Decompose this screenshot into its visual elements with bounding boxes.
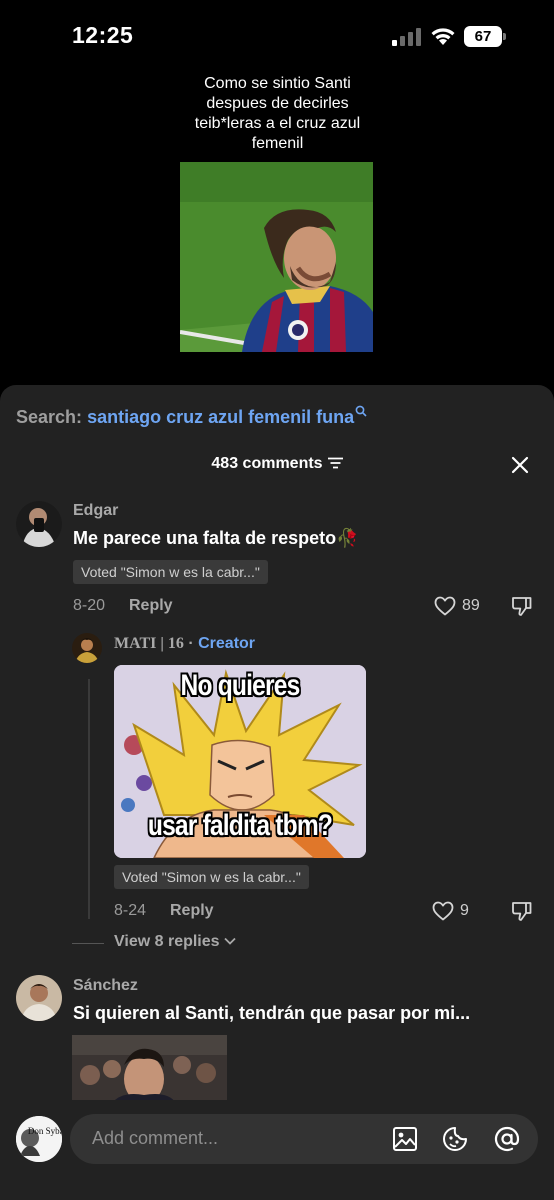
chevron-down-icon: [223, 937, 236, 945]
comment-username[interactable]: Sánchez: [73, 977, 138, 995]
reply-sticker-image[interactable]: No quieres usar faldita tbm?: [114, 665, 366, 858]
view-replies-label: View 8 replies: [114, 933, 220, 950]
like-count: 9: [460, 902, 469, 919]
comments-count: 483 comments: [211, 455, 323, 472]
reply-username-row: MATI | 16 · Creator: [114, 635, 255, 653]
own-avatar-image: Don Sybau: [16, 1116, 62, 1162]
comment-date: 8-20: [73, 597, 106, 614]
status-time: 12:25: [72, 22, 134, 48]
avatar[interactable]: [72, 633, 102, 663]
own-avatar[interactable]: Don Sybau: [16, 1116, 62, 1162]
search-prefix: Search:: [16, 407, 83, 427]
comment-input[interactable]: Add comment...: [70, 1114, 538, 1164]
avatar-image: [16, 501, 62, 547]
sticker-caption-top: No quieres: [180, 669, 301, 702]
battery-level: 67: [464, 26, 502, 47]
own-avatar-text: Don Sybau: [28, 1126, 62, 1136]
reply-date: 8-24: [114, 902, 147, 919]
sticker-caption-bottom: usar faldita tbm?: [147, 809, 333, 842]
comment-username[interactable]: Edgar: [73, 502, 118, 520]
creator-tag: Creator: [198, 635, 256, 652]
reply-button[interactable]: Reply: [170, 902, 214, 920]
comment-text: Me parece una falta de respeto🥀: [73, 528, 359, 548]
heart-icon[interactable]: [434, 596, 456, 616]
video-still-image: [180, 162, 373, 352]
vote-badge: Voted "Simon w es la cabr...": [114, 865, 309, 889]
close-icon[interactable]: [510, 455, 530, 475]
video-frame[interactable]: [180, 162, 373, 352]
signal-icon: [392, 28, 421, 46]
wifi-icon: [431, 28, 455, 45]
avatar-image: [72, 633, 102, 663]
comment-text: Si quieren al Santi, tendrán que pasar p…: [73, 1003, 471, 1023]
avatar-image: [16, 975, 62, 1021]
video-caption: Como se sintio Santi despues de decirles…: [194, 75, 361, 152]
sort-icon[interactable]: [327, 457, 343, 469]
dislike-icon[interactable]: [511, 900, 533, 922]
dislike-icon[interactable]: [511, 595, 533, 617]
search-icon: [355, 405, 367, 417]
view-replies-button[interactable]: View 8 replies: [114, 933, 236, 951]
battery-icon: 67: [464, 26, 506, 47]
mention-icon[interactable]: [494, 1126, 520, 1152]
comment-gif-image[interactable]: [72, 1035, 227, 1103]
comments-sheet: Search: santiago cruz azul femenil funa …: [0, 385, 554, 1200]
like-count: 89: [462, 597, 480, 614]
image-icon[interactable]: [392, 1126, 418, 1152]
thread-line: [88, 679, 90, 919]
avatar[interactable]: [16, 975, 62, 1021]
comment-input-placeholder: Add comment...: [92, 1128, 219, 1148]
search-query-link[interactable]: santiago cruz azul femenil funa: [87, 407, 354, 427]
battery-cap: [503, 33, 506, 40]
heart-icon[interactable]: [432, 901, 454, 921]
vote-badge: Voted "Simon w es la cabr...": [73, 560, 268, 584]
separator: ·: [183, 635, 199, 652]
video-area[interactable]: Como se sintio Santi despues de decirles…: [0, 60, 554, 390]
divider: [72, 943, 104, 944]
reply-username[interactable]: MATI | 16: [114, 635, 184, 652]
comment-input-bar: Don Sybau Add comment...: [0, 1100, 554, 1200]
related-search[interactable]: Search: santiago cruz azul femenil funa: [16, 405, 367, 428]
comments-count-header[interactable]: 483 comments: [0, 455, 554, 473]
reply-button[interactable]: Reply: [129, 597, 173, 615]
emoji-icon[interactable]: [442, 1126, 468, 1152]
gif-art: [72, 1035, 227, 1103]
avatar[interactable]: [16, 501, 62, 547]
